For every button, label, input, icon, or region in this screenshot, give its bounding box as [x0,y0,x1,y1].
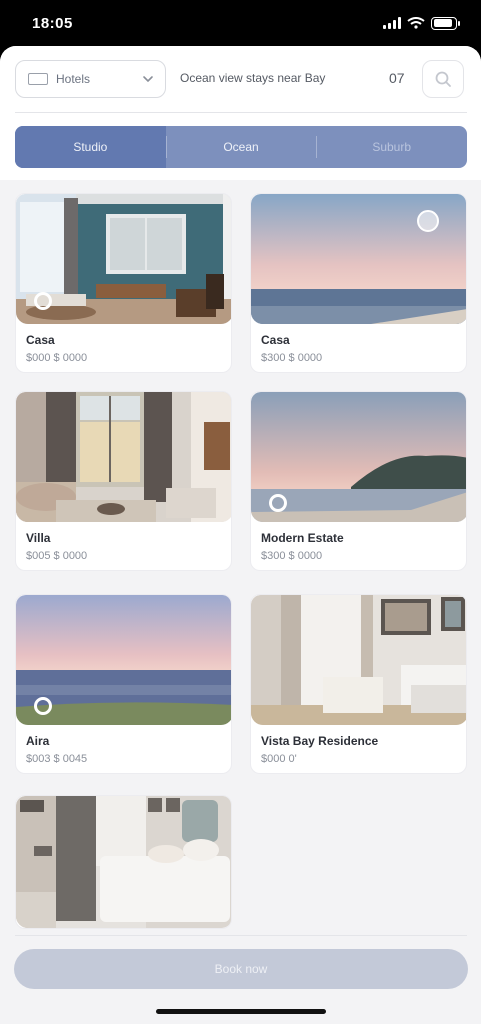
tab-ocean[interactable]: Ocean [165,126,317,168]
listing-photo [251,194,466,324]
status-time: 18:05 [32,14,73,32]
listing-price: $300 $ 0000 [261,550,323,562]
main-sheet: Hotels Ocean view stays near Bay 07 Stud… [0,46,481,1024]
book-now-button[interactable]: Book now [14,949,468,989]
listing-price: $000 0' [261,753,297,765]
battery-icon [431,16,460,30]
listing-photo [16,796,231,928]
listing-photo [16,194,231,324]
listing-card[interactable]: Casa $000 $ 0000 [15,193,232,373]
listing-title: Modern Estate [261,531,344,545]
segmented-tabs: Studio Ocean Suburb [15,126,467,168]
wifi-icon [407,17,425,29]
listing-price: $003 $ 0045 [26,753,88,765]
listing-card[interactable]: Modern Estate $300 $ 0000 [250,391,467,571]
result-count: 07 [389,70,405,86]
listing-price: $000 $ 0000 [26,352,88,364]
favorite-icon[interactable] [417,210,439,232]
chevron-down-icon [143,76,153,83]
header-divider [15,112,467,113]
tab-studio[interactable]: Studio [15,126,166,168]
signal-icon [383,17,401,29]
listing-photo [16,595,231,725]
top-bar: Hotels Ocean view stays near Bay 07 Stud… [0,46,481,180]
footer-divider [15,935,467,936]
listing-photo [16,392,231,522]
listing-price: $005 $ 0000 [26,550,88,562]
listing-title: Casa [26,333,55,347]
favorite-icon[interactable] [34,292,52,310]
search-button[interactable] [422,60,464,98]
listing-title: Casa [261,333,290,347]
listing-card[interactable] [15,795,232,929]
listing-photo [251,595,466,725]
grid-icon [28,73,48,85]
favorite-icon[interactable] [34,697,52,715]
listing-card[interactable]: Casa $300 $ 0000 [250,193,467,373]
tab-suburb[interactable]: Suburb [316,126,467,168]
category-dropdown[interactable]: Hotels [15,60,166,98]
listing-price: $300 $ 0000 [261,352,323,364]
dropdown-label: Hotels [56,72,91,86]
status-icons [383,16,460,30]
listing-title: Villa [26,531,51,545]
battery-level [433,19,453,27]
listing-card[interactable]: Villa $005 $ 0000 [15,391,232,571]
favorite-icon[interactable] [269,494,287,512]
search-icon [435,71,451,87]
listing-card[interactable]: Aira $003 $ 0045 [15,594,232,774]
home-indicator [156,1009,326,1014]
page-title: Ocean view stays near Bay [180,71,326,85]
listing-title: Vista Bay Residence [261,734,379,748]
status-bar: 18:05 [0,0,481,46]
listing-title: Aira [26,734,50,748]
listing-photo [251,392,466,522]
listing-card[interactable]: Vista Bay Residence $000 0' [250,594,467,774]
